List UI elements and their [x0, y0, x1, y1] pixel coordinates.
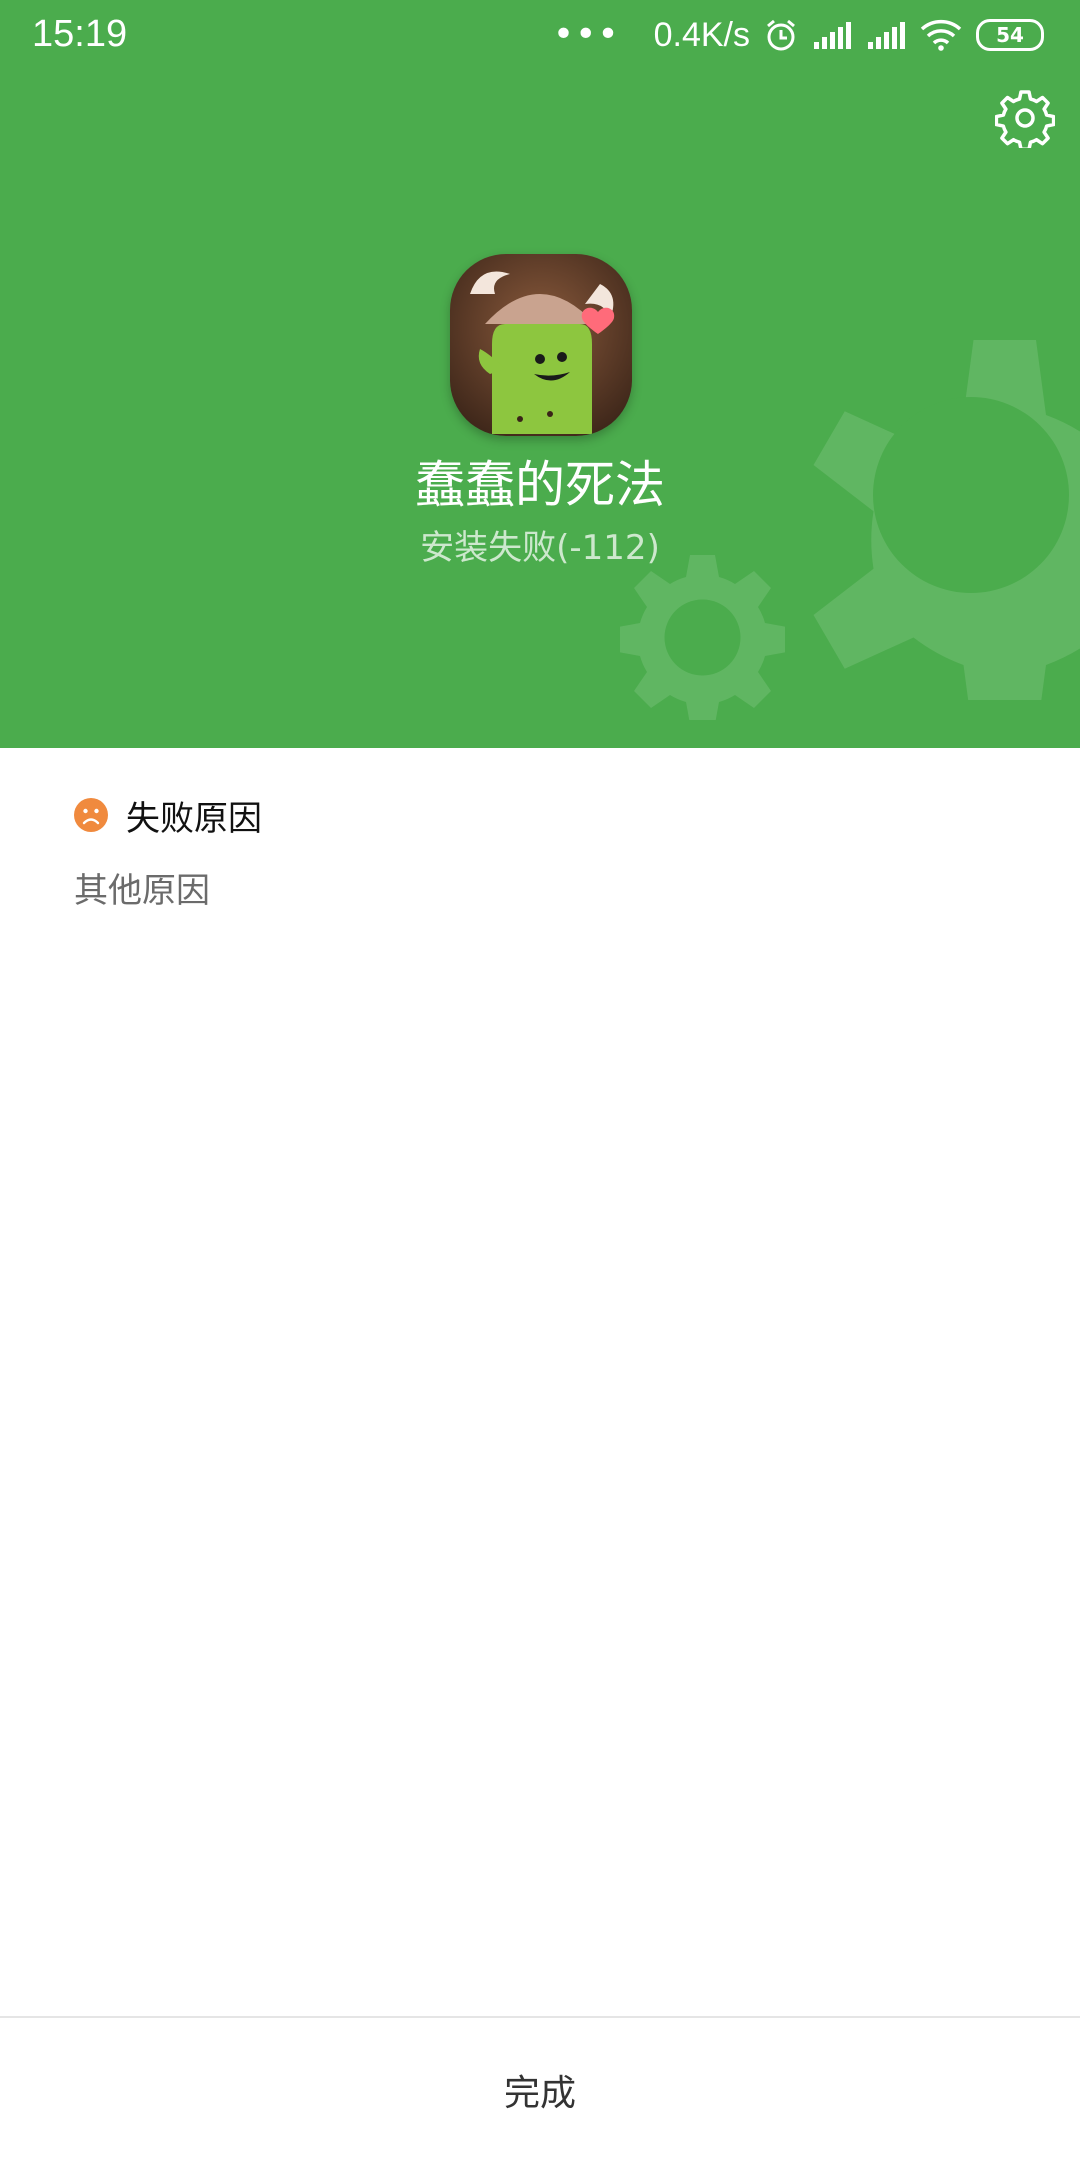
sad-face-icon [74, 798, 108, 832]
network-speed: 0.4K/s [653, 15, 750, 54]
wifi-icon [920, 19, 962, 51]
install-result-screen: 15:19 ••• 0.4K/s 54 蠢蠢的死法 安装失败(-112) 失败原… [0, 0, 1080, 2160]
battery-icon: 54 [976, 19, 1044, 51]
failure-reason-title: 失败原因 [126, 798, 262, 839]
signal-icon-2 [868, 22, 905, 49]
done-button-label: 完成 [503, 2073, 576, 2114]
status-bar: 15:19 ••• 0.4K/s 54 [0, 0, 1080, 70]
failure-reason-text: 其他原因 [74, 871, 210, 911]
app-character-icon [450, 254, 632, 436]
app-name: 蠢蠢的死法 [415, 456, 665, 514]
alarm-icon [767, 19, 795, 51]
gear-decoration-small-icon [620, 555, 785, 720]
status-indicators: ••• 0.4K/s 54 [539, 12, 1044, 58]
more-notifications-icon: ••• [552, 14, 620, 55]
status-time: 15:19 [32, 13, 128, 55]
battery-level: 54 [996, 23, 1024, 47]
done-button[interactable]: 完成 [0, 2016, 1080, 2160]
signal-icon [814, 22, 851, 49]
install-status-text: 安装失败(-112) [420, 528, 660, 568]
settings-gear-icon[interactable] [995, 88, 1055, 148]
app-icon [450, 254, 632, 436]
header: 15:19 ••• 0.4K/s 54 蠢蠢的死法 安装失败(-112) [0, 0, 1080, 748]
failure-reason-header: 失败原因 [74, 790, 262, 840]
